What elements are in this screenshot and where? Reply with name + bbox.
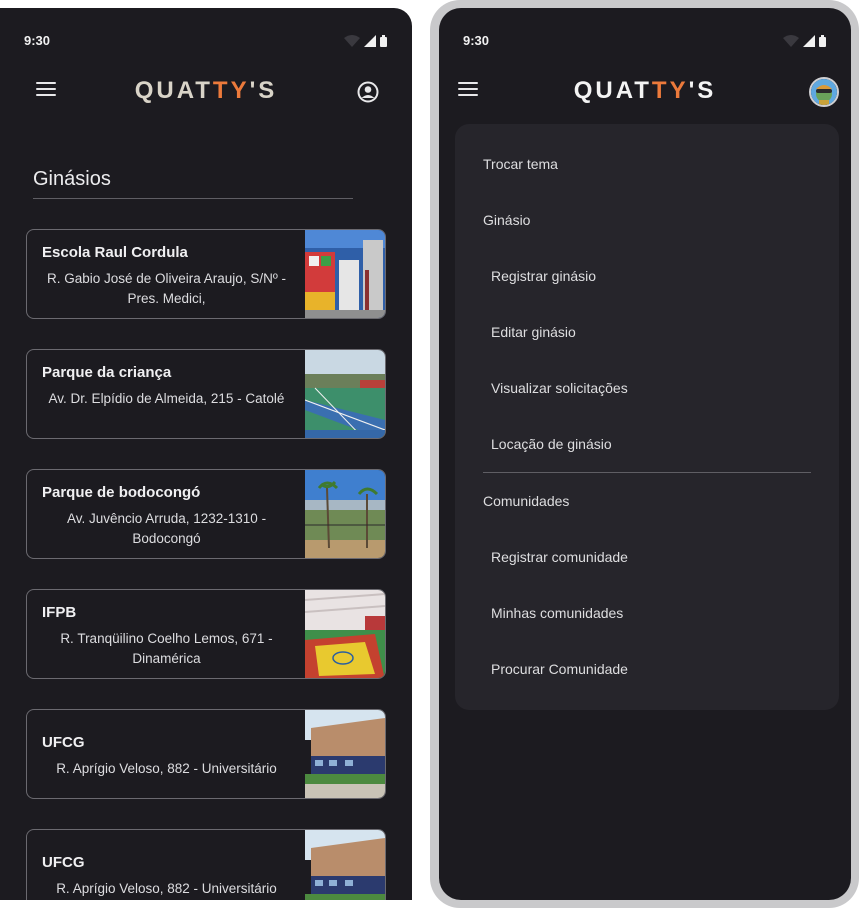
- status-icons: [783, 35, 826, 47]
- app-bar: QUATTY'S: [439, 68, 851, 116]
- gym-card[interactable]: Parque da criança Av. Dr. Elpídio de Alm…: [26, 349, 386, 439]
- status-time: 9:30: [463, 33, 490, 48]
- gym-photo: [305, 470, 385, 558]
- battery-icon: [380, 37, 387, 47]
- menu-item-rent-gym[interactable]: Locação de ginásio: [491, 436, 612, 452]
- menu-item-edit-gym[interactable]: Editar ginásio: [491, 324, 576, 340]
- menu-item-view-requests[interactable]: Visualizar solicitações: [491, 380, 628, 396]
- page-title: Ginásios: [33, 168, 111, 190]
- status-bar: 9:30: [439, 8, 851, 56]
- signal-icon: [803, 35, 815, 47]
- gym-address: R. Aprígio Veloso, 882 - Universitário: [56, 881, 277, 896]
- status-bar: 9:30: [0, 8, 412, 56]
- app-bar: QUATTY'S: [0, 68, 412, 116]
- gym-photo: [305, 830, 385, 900]
- menu-item-register-gym[interactable]: Registrar ginásio: [491, 268, 596, 284]
- navigation-drawer: Trocar tema Ginásio Registrar ginásio Ed…: [455, 124, 839, 710]
- gym-name: Parque de bodocongó: [42, 484, 201, 501]
- gym-photo: [305, 350, 385, 438]
- app-logo: QUATTY'S: [134, 77, 278, 104]
- title-divider: [33, 198, 353, 199]
- gym-address: R. Aprígio Veloso, 882 - Universitário: [56, 761, 277, 776]
- gym-card[interactable]: UFCG R. Aprígio Veloso, 882 - Universitá…: [26, 709, 386, 799]
- battery-icon: [819, 37, 826, 47]
- gym-card[interactable]: IFPB R. Tranqüilino Coelho Lemos, 671 - …: [26, 589, 386, 679]
- gym-name: Parque da criança: [42, 364, 172, 381]
- status-time: 9:30: [24, 33, 51, 48]
- gym-address: Av. Juvêncio Arruda, 1232-1310 - Bodocon…: [66, 511, 267, 546]
- avatar[interactable]: [809, 77, 839, 107]
- gym-name: UFCG: [42, 734, 85, 751]
- status-icons: [344, 35, 387, 47]
- menu-screen: 9:30 QUATTY'S Trocar tema Ginásio Regist…: [439, 8, 851, 900]
- signal-icon: [364, 35, 376, 47]
- gym-card[interactable]: Parque de bodocongó Av. Juvêncio Arruda,…: [26, 469, 386, 559]
- menu-item-search-community[interactable]: Procurar Comunidade: [491, 661, 628, 677]
- menu-item-change-theme[interactable]: Trocar tema: [483, 156, 558, 172]
- gym-address: R. Gabio José de Oliveira Araujo, S/Nº -…: [46, 271, 287, 306]
- gym-photo: [305, 230, 385, 318]
- gym-name: UFCG: [42, 854, 85, 871]
- menu-item-my-communities[interactable]: Minhas comunidades: [491, 605, 623, 621]
- account-icon[interactable]: [356, 80, 380, 104]
- menu-section-gym: Ginásio: [483, 212, 531, 228]
- gyms-screen: 9:30 QUATTY'S Ginásios Escola Raul Cordu…: [0, 8, 412, 900]
- menu-divider: [483, 472, 811, 473]
- gym-photo: [305, 590, 385, 678]
- gym-name: IFPB: [42, 604, 77, 621]
- gym-card[interactable]: UFCG R. Aprígio Veloso, 882 - Universitá…: [26, 829, 386, 900]
- gym-photo: [305, 710, 385, 798]
- menu-item-register-community[interactable]: Registrar comunidade: [491, 549, 628, 565]
- menu-section-communities: Comunidades: [483, 493, 570, 509]
- gym-address: Av. Dr. Elpídio de Almeida, 215 - Catolé: [48, 391, 285, 406]
- wifi-icon: [344, 35, 360, 47]
- gym-card[interactable]: Escola Raul Cordula R. Gabio José de Oli…: [26, 229, 386, 319]
- gym-address: R. Tranqüilino Coelho Lemos, 671 - Dinam…: [60, 631, 273, 666]
- gym-name: Escola Raul Cordula: [42, 244, 188, 261]
- wifi-icon: [783, 35, 799, 47]
- avatar-icon: [811, 79, 837, 105]
- app-logo: QUATTY'S: [573, 77, 717, 104]
